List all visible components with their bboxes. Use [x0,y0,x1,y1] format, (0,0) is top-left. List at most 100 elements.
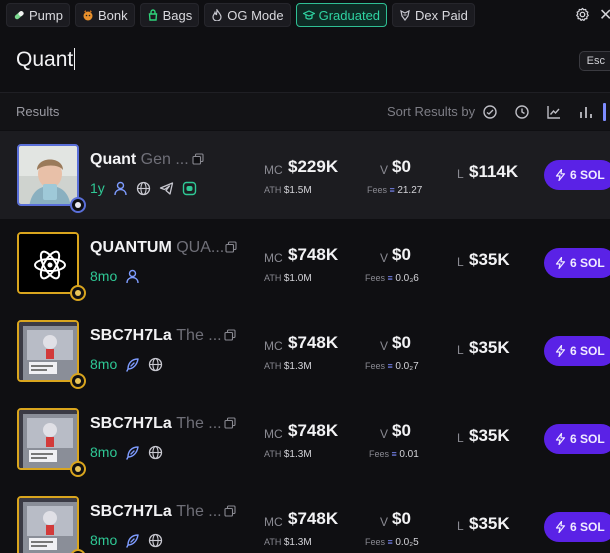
feather-icon[interactable] [125,357,140,372]
lightning-icon [555,521,566,533]
globe-icon[interactable] [148,533,163,548]
volume-label: V [380,427,389,441]
sort-label: Sort Results by [387,104,476,119]
quick-buy-button[interactable]: 6 SOL [544,160,610,190]
copy-icon[interactable] [192,153,204,165]
globe-icon[interactable] [148,445,163,460]
copy-icon[interactable] [225,241,237,253]
dog-icon [83,10,93,21]
pixel-art-image [19,322,77,380]
ath-value: ATH $1.0M [264,273,312,284]
filter-bags[interactable]: Bags [139,3,200,27]
token-age: 8mo [90,268,118,284]
mc-label: MC [264,339,283,353]
token-meta: 8mo [90,444,163,460]
flame-icon [212,9,222,21]
market-cap: $748K [288,245,339,264]
platform-badge [70,285,86,301]
buy-amount: 6 SOL [570,256,605,270]
copy-icon[interactable] [224,417,236,429]
liquidity: $35K [469,514,510,533]
telegram-icon[interactable] [159,181,174,196]
token-meta: 8mo [90,268,140,284]
lightning-icon [555,257,566,269]
volume: $0 [392,157,411,176]
filter-og-mode[interactable]: OG Mode [204,3,291,27]
buy-amount: 6 SOL [570,168,605,182]
dex-icon [400,9,410,21]
gear-icon[interactable] [575,7,590,22]
globe-icon[interactable] [136,181,151,196]
token-avatar [17,232,79,294]
fees-value: Fees ≡ 0.01 [369,449,419,460]
liquidity-label: L [457,519,464,533]
filter-graduated[interactable]: Graduated [295,3,388,27]
mc-label: MC [264,163,283,177]
pixel-art-image [19,498,77,553]
esc-button[interactable]: Esc [578,51,610,71]
filter-label: Bonk [97,7,128,23]
token-meta: 8mo [90,532,163,548]
quick-buy-button[interactable]: 6 SOL [544,336,610,366]
search-input[interactable]: Quant [16,48,76,72]
token-subtitle: The ... [176,415,222,432]
fees-value: Fees ≡ 0.0₂7 [365,361,419,372]
market-cap: $748K [288,333,339,352]
clock-icon[interactable] [514,104,530,120]
buy-amount: 6 SOL [570,432,605,446]
platform-badge [70,373,86,389]
liquidity: $35K [469,426,510,445]
market-cap: $748K [288,421,339,440]
globe-icon[interactable] [148,357,163,372]
token-name: SBC7H7La The ... [90,327,222,344]
platform-badge [70,461,86,477]
results-label: Results [16,104,60,119]
volume: $0 [392,333,411,352]
lightning-icon [555,433,566,445]
filter-bonk[interactable]: Bonk [74,3,135,27]
token-age: 8mo [90,444,118,460]
token-name: QUANTUM QUA... [90,239,225,256]
liquidity: $114K [469,162,519,181]
result-row[interactable]: SBC7H7La The ... 8mo MC $748K ATH $1.3M … [0,483,610,553]
liquidity: $35K [469,338,510,357]
mc-label: MC [264,251,283,265]
lightning-icon [555,345,566,357]
result-row[interactable]: Quant Gen ... 1y MC $229K ATH $1.5M V $0… [0,131,610,219]
person-icon[interactable] [125,269,140,284]
filter-pump[interactable]: Pump [6,3,70,27]
volume-label: V [380,163,389,177]
result-row[interactable]: SBC7H7La The ... 8mo MC $748K ATH $1.3M … [0,395,610,483]
liquidity: $35K [469,250,510,269]
pulse-circle-icon[interactable] [482,104,498,120]
token-subtitle: The ... [176,503,222,520]
search-bar: Quant Esc [0,40,610,82]
filter-dex-paid[interactable]: Dex Paid [392,3,475,27]
token-subtitle: QUA... [176,239,225,256]
discord-icon[interactable] [182,181,197,196]
copy-icon[interactable] [224,329,236,341]
filter-label: Dex Paid [415,7,468,23]
fees-value: Fees ≡ 21.27 [367,185,423,196]
result-row[interactable]: SBC7H7La The ... 8mo MC $748K ATH $1.3M … [0,307,610,395]
bar-chart-icon[interactable] [578,104,594,120]
market-cap: $229K [288,157,339,176]
text-caret [74,48,76,70]
feather-icon[interactable] [125,533,140,548]
token-age: 8mo [90,532,118,548]
platform-badge [70,549,86,553]
filter-label: Bags [162,7,193,23]
quick-buy-button[interactable]: 6 SOL [544,424,610,454]
close-icon[interactable]: ✕ [599,5,610,25]
feather-icon[interactable] [125,445,140,460]
token-age: 8mo [90,356,118,372]
result-row[interactable]: QUANTUM QUA... 8mo MC $748K ATH $1.0M V … [0,219,610,307]
copy-icon[interactable] [224,505,236,517]
line-chart-icon[interactable] [546,104,562,120]
search-value: Quant [16,48,74,71]
quick-buy-button[interactable]: 6 SOL [544,512,610,542]
token-avatar [17,496,79,553]
person-icon[interactable] [113,181,128,196]
quick-buy-button[interactable]: 6 SOL [544,248,610,278]
volume-label: V [380,251,389,265]
